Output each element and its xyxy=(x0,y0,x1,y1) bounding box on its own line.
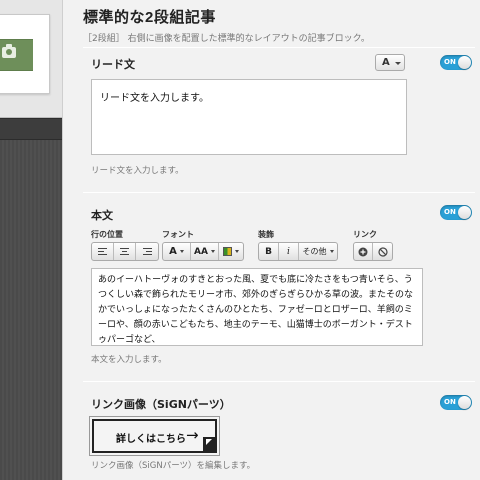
cursor-icon xyxy=(203,437,215,451)
lead-text: リード文を入力します。 xyxy=(100,93,209,104)
font-size-button[interactable]: A xyxy=(163,243,191,260)
link-image-label: リンク画像（SiGNパーツ） xyxy=(91,398,231,411)
font-button-label: A xyxy=(382,57,390,68)
panel-description: ［2段組］ 右側に画像を配置した標準的なレイアウトの記事ブロック。 xyxy=(83,34,370,44)
chevron-down-icon xyxy=(179,250,184,253)
align-right-icon xyxy=(142,248,152,255)
divider xyxy=(83,381,475,382)
photo-placeholder xyxy=(0,39,33,71)
lead-label: リード文 xyxy=(91,58,135,71)
add-link-button[interactable] xyxy=(354,243,373,260)
divider xyxy=(83,192,475,193)
link-button-text: 詳しくはこちら xyxy=(116,434,186,445)
lead-font-button[interactable]: A xyxy=(375,54,405,71)
decoration-group-label: 装飾 xyxy=(258,230,274,239)
bold-label: B xyxy=(265,246,272,257)
link-image-button[interactable]: 詳しくはこちら → xyxy=(92,419,217,453)
preview-top xyxy=(0,0,62,118)
body-toggle[interactable]: ON xyxy=(440,205,472,220)
bold-button[interactable]: B xyxy=(259,243,279,260)
lead-toggle[interactable]: ON xyxy=(440,55,472,70)
chevron-down-icon xyxy=(235,250,239,253)
remove-link-button[interactable] xyxy=(373,243,392,260)
align-right-button[interactable] xyxy=(136,243,158,260)
other-decoration-button[interactable]: その他 xyxy=(299,243,337,260)
toggle-label: ON xyxy=(444,398,456,406)
align-left-button[interactable] xyxy=(92,243,114,260)
link-image-help: リンク画像（SiGNパーツ）を編集します。 xyxy=(91,461,256,471)
arrow-right-icon: → xyxy=(186,426,199,444)
body-label: 本文 xyxy=(91,209,113,222)
toggle-label: ON xyxy=(444,208,456,216)
preview-bar xyxy=(0,118,62,140)
font-scale-button[interactable]: AA xyxy=(191,243,219,260)
lead-textarea[interactable]: リード文を入力します。 xyxy=(91,79,407,155)
divider xyxy=(83,47,475,48)
panel-title: 標準的な2段組記事 xyxy=(83,9,216,26)
toggle-label: ON xyxy=(444,58,456,66)
preview-card xyxy=(0,14,50,94)
position-group-label: 行の位置 xyxy=(91,230,123,239)
chevron-down-icon xyxy=(329,250,334,253)
align-center-button[interactable] xyxy=(114,243,136,260)
align-left-icon xyxy=(98,248,107,255)
preview-pane xyxy=(0,0,62,480)
chevron-down-icon xyxy=(210,250,215,253)
decoration-buttons: B i その他 xyxy=(258,242,338,261)
unlink-icon xyxy=(377,246,388,257)
body-textarea[interactable]: あのイーハトーヴォのすきとおった風、夏でも底に冷たさをもつ青いそら、うつくしい森… xyxy=(91,268,423,346)
toggle-knob xyxy=(458,396,471,409)
font-buttons: A AA xyxy=(162,242,244,261)
other-label: その他 xyxy=(302,247,327,256)
font-color-button[interactable] xyxy=(219,243,243,260)
font-size-label: A xyxy=(169,246,177,257)
toggle-knob xyxy=(458,56,471,69)
font-group-label: フォント xyxy=(162,230,194,239)
font-scale-label: AA xyxy=(194,246,208,257)
panel-header: 標準的な2段組記事 ［2段組］ 右側に画像を配置した標準的なレイアウトの記事ブロ… xyxy=(63,0,480,46)
link-icon xyxy=(358,247,368,256)
italic-label: i xyxy=(287,246,290,257)
link-image-toggle[interactable]: ON xyxy=(440,395,472,410)
body-help: 本文を入力します。 xyxy=(91,355,167,365)
camera-icon xyxy=(2,44,16,58)
lead-help: リード文を入力します。 xyxy=(91,166,184,176)
chevron-down-icon xyxy=(395,62,401,65)
toggle-knob xyxy=(458,206,471,219)
edit-panel: 標準的な2段組記事 ［2段組］ 右側に画像を配置した標準的なレイアウトの記事ブロ… xyxy=(62,0,480,480)
italic-button[interactable]: i xyxy=(279,243,299,260)
color-palette-icon xyxy=(223,247,232,256)
align-buttons xyxy=(91,242,159,261)
link-group-label: リンク xyxy=(353,230,377,239)
body-text: あのイーハトーヴォのすきとおった風、夏でも底に冷たさをもつ青いそら、うつくしい森… xyxy=(98,275,414,345)
link-buttons xyxy=(353,242,393,261)
align-center-icon xyxy=(120,248,129,255)
